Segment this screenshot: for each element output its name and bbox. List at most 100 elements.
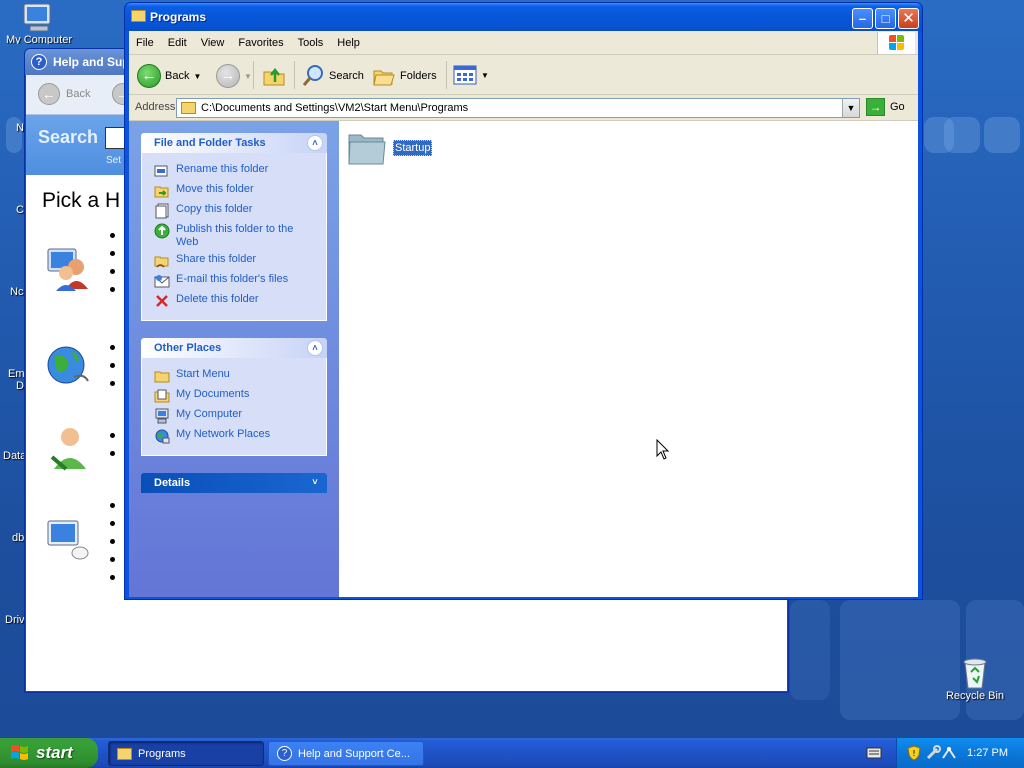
desktop-icon-label[interactable]: D [16, 380, 24, 392]
folder-icon [154, 371, 170, 383]
expand-chevron-icon[interactable]: ˅ [307, 475, 323, 491]
back-button[interactable]: ← Back ▼ [137, 64, 201, 88]
system-tray: ! 1:27 PM [896, 738, 1024, 768]
file-item-startup[interactable]: Startup [347, 129, 433, 167]
close-button[interactable]: ✕ [898, 8, 919, 29]
task-rename-folder[interactable]: Rename this folder [154, 163, 268, 179]
help-topic-computer-icon[interactable] [44, 515, 94, 565]
desktop-icon-label: Recycle Bin [945, 690, 1005, 702]
task-publish-folder[interactable]: Publish this folder to the Web [154, 223, 304, 249]
task-label: Rename this folder [176, 163, 269, 175]
place-label: My Network Places [176, 428, 271, 440]
place-my-documents[interactable]: My Documents [154, 388, 249, 404]
address-dropdown-button[interactable]: ▼ [842, 99, 859, 117]
address-input[interactable]: C:\Documents and Settings\VM2\Start Menu… [176, 98, 860, 118]
dropdown-arrow-icon[interactable]: ▼ [193, 72, 201, 81]
help-back-button[interactable]: ← Back [38, 83, 90, 105]
desktop-icon-label[interactable]: Driv [5, 614, 25, 626]
task-email-files[interactable]: E-mail this folder's files [154, 273, 288, 289]
programs-explorer-window[interactable]: Programs – □ ✕ File Edit View Favorites … [124, 2, 923, 600]
list-bullet [110, 521, 115, 526]
list-bullet [110, 433, 115, 438]
views-button[interactable]: ▼ [453, 64, 489, 86]
desktop-icon-label[interactable]: N [16, 122, 24, 134]
task-copy-folder[interactable]: Copy this folder [154, 203, 252, 219]
desktop-icon-my-computer[interactable]: My Computer [4, 2, 74, 44]
help-topic-person-icon[interactable] [44, 423, 94, 473]
keyboard-icon[interactable] [866, 746, 882, 760]
place-my-computer[interactable]: My Computer [154, 408, 242, 424]
desktop-icon-label[interactable]: C [16, 204, 24, 216]
help-topic-people-icon[interactable] [44, 243, 94, 293]
minimize-button[interactable]: – [852, 8, 873, 29]
other-places-panel: Start Menu My Documents My Computer My N… [141, 358, 327, 456]
file-view[interactable]: Startup [339, 121, 918, 597]
taskbar-item-programs[interactable]: Programs [108, 741, 264, 766]
list-bullet [110, 557, 115, 562]
taskbar-clock[interactable]: 1:27 PM [967, 747, 1008, 759]
taskbar: start Programs ? Help and Support Ce... … [0, 738, 1024, 768]
windows-flag-icon [11, 745, 28, 760]
desktop-icon-recycle-bin[interactable]: Recycle Bin [940, 656, 1010, 702]
task-share-folder[interactable]: Share this folder [154, 253, 256, 269]
folders-button[interactable]: Folders [372, 64, 437, 88]
start-button[interactable]: start [0, 738, 98, 768]
desktop-decoration [944, 117, 980, 153]
back-arrow-icon: ← [137, 64, 161, 88]
folder-icon [131, 10, 146, 22]
help-topic-globe-icon[interactable] [44, 341, 94, 391]
computer-icon [23, 3, 51, 32]
standard-toolbar: ← Back ▼ → ▼ Search Folders ▼ [129, 55, 918, 95]
task-label: Copy this folder [176, 203, 253, 215]
network-connection-icon[interactable] [941, 745, 957, 761]
file-name: Startup [393, 140, 433, 156]
collapse-chevron-icon[interactable]: ˄ [307, 135, 323, 151]
collapse-chevron-icon[interactable]: ˄ [307, 340, 323, 356]
network-icon [155, 429, 170, 444]
task-delete-folder[interactable]: Delete this folder [154, 293, 259, 309]
menu-favorites[interactable]: Favorites [231, 37, 290, 49]
toolbar-separator [253, 61, 254, 89]
windows-flag-icon [889, 35, 905, 51]
go-button[interactable]: → Go [866, 98, 905, 116]
back-arrow-icon: ← [38, 83, 60, 105]
menu-edit[interactable]: Edit [161, 37, 194, 49]
explorer-titlebar[interactable]: Programs – □ ✕ [125, 3, 922, 31]
place-start-menu[interactable]: Start Menu [154, 368, 230, 384]
menu-tools[interactable]: Tools [291, 37, 331, 49]
go-arrow-icon: → [866, 98, 885, 116]
maximize-button[interactable]: □ [875, 8, 896, 29]
desktop-icon-label[interactable]: Em [8, 368, 25, 380]
task-move-folder[interactable]: Move this folder [154, 183, 254, 199]
panel-title: Details [154, 477, 191, 489]
tools-icon[interactable] [925, 745, 941, 761]
start-label: start [36, 743, 73, 762]
other-places-header[interactable]: Other Places ˄ [141, 338, 327, 358]
file-folder-tasks-header[interactable]: File and Folder Tasks ˄ [141, 133, 327, 153]
rename-icon [154, 165, 168, 177]
move-icon [154, 186, 169, 198]
file-folder-tasks-panel: Rename this folder Move this folder Copy… [141, 153, 327, 321]
desktop-icon-label[interactable]: Nc [10, 286, 23, 298]
address-bar: Address C:\Documents and Settings\VM2\St… [129, 95, 918, 121]
desktop-icon-label[interactable]: db [12, 532, 24, 544]
up-folder-button[interactable] [262, 64, 286, 88]
forward-button[interactable]: → ▼ [216, 64, 252, 88]
desktop-icon-label[interactable]: Data [3, 450, 26, 462]
menu-file[interactable]: File [129, 37, 161, 49]
list-bullet [110, 539, 115, 544]
details-header[interactable]: Details ˅ [141, 473, 327, 493]
panel-title: Other Places [154, 342, 222, 354]
place-my-network-places[interactable]: My Network Places [154, 428, 270, 444]
menu-help[interactable]: Help [330, 37, 367, 49]
explorer-title: Programs [150, 10, 207, 24]
task-label: Move this folder [176, 183, 254, 195]
taskbar-item-help-support[interactable]: ? Help and Support Ce... [268, 741, 424, 766]
menu-view[interactable]: View [194, 37, 232, 49]
search-button[interactable]: Search [301, 64, 364, 88]
security-shield-icon[interactable]: ! [907, 745, 921, 761]
address-label: Address [135, 101, 176, 113]
place-label: Start Menu [176, 368, 230, 380]
back-label: Back [165, 70, 190, 82]
search-icon [302, 65, 323, 86]
